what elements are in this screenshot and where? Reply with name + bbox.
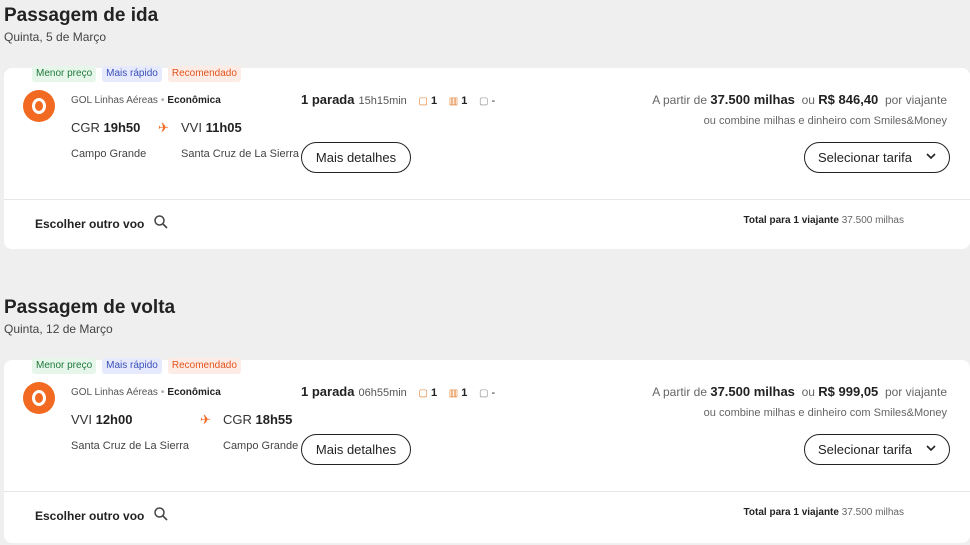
arrival-city: Campo Grande	[223, 440, 299, 452]
airline-name: GOL Linhas Aéreas	[71, 387, 158, 398]
details-button[interactable]: Mais detalhes	[301, 142, 411, 173]
select-fare-label: Selecionar tarifa	[818, 150, 912, 165]
personal-item-count: 1	[430, 387, 438, 399]
total-label: Total para 1 viajante	[743, 215, 839, 226]
flight-duration: 06h55min	[358, 387, 407, 399]
badge-group: Menor preço Mais rápido Recomendado	[32, 66, 241, 82]
cabin-class: Econômica	[167, 95, 221, 106]
smiles-money-link[interactable]: ou combine milhas e dinheiro com Smiles&…	[704, 115, 947, 127]
card-divider	[4, 491, 970, 492]
personal-item-icon: ▢	[418, 96, 428, 107]
chevron-down-icon	[925, 150, 937, 165]
departure: CGR 19h50	[71, 120, 140, 135]
departure-city: Santa Cruz de La Sierra	[71, 440, 190, 452]
stops-info: 1 parada 06h55min ▢ 1 ▥ 1 ▢ -	[301, 384, 495, 399]
details-button[interactable]: Mais detalhes	[301, 434, 411, 465]
inbound-date: Quinta, 12 de Março	[4, 322, 113, 336]
badge-fastest: Mais rápido	[102, 358, 162, 374]
badge-recommended: Recomendado	[167, 358, 241, 374]
price-info: A partir de 37.500 milhas ou R$ 999,05 p…	[652, 384, 947, 399]
outbound-date: Quinta, 5 de Março	[4, 30, 107, 44]
airline-info: GOL Linhas Aéreas • Econômica	[71, 95, 221, 106]
arrival-time: 18h55	[255, 412, 293, 427]
outbound-flight-card: Menor preço Mais rápido Recomendado GOL …	[4, 66, 970, 249]
select-fare-button[interactable]: Selecionar tarifa	[804, 434, 950, 465]
stops-info: 1 parada 15h15min ▢ 1 ▥ 1 ▢ -	[301, 92, 495, 107]
total-info: Total para 1 viajante 37.500 milhas	[744, 507, 904, 518]
badge-recommended: Recomendado	[167, 66, 241, 82]
badge-lowest-price: Menor preço	[32, 358, 97, 374]
gol-logo-icon	[23, 90, 55, 122]
flight-duration: 15h15min	[358, 95, 407, 107]
checked-bag-count: -	[491, 95, 496, 107]
price-miles: 37.500 milhas	[710, 92, 795, 107]
departure-code: CGR	[71, 120, 100, 135]
carry-on-count: 1	[461, 95, 468, 107]
price-or: ou	[801, 93, 815, 107]
arrival-time: 11h05	[205, 120, 242, 135]
badge-fastest: Mais rápido	[102, 66, 162, 82]
select-fare-button[interactable]: Selecionar tarifa	[804, 142, 950, 173]
airline-info: GOL Linhas Aéreas • Econômica	[71, 387, 221, 398]
departure-code: VVI	[71, 412, 92, 427]
smiles-money-link[interactable]: ou combine milhas e dinheiro com Smiles&…	[704, 407, 947, 419]
stops-count: 1 parada	[301, 92, 355, 107]
price-or: ou	[801, 385, 815, 399]
outbound-title: Passagem de ida	[4, 5, 159, 26]
total-value: 37.500 milhas	[841, 507, 904, 518]
checked-bag-icon: ▢	[478, 96, 489, 107]
price-prefix: A partir de	[652, 93, 707, 107]
checked-bag-count: -	[491, 387, 496, 399]
price-prefix: A partir de	[652, 385, 707, 399]
departure-time: 12h00	[95, 412, 133, 427]
stops-count: 1 parada	[301, 384, 355, 399]
badge-lowest-price: Menor preço	[32, 66, 97, 82]
price-info: A partir de 37.500 milhas ou R$ 846,40 p…	[652, 92, 947, 107]
plane-icon: ✈	[200, 412, 211, 427]
arrival-code: VVI	[181, 120, 202, 135]
departure-time: 19h50	[103, 120, 141, 135]
price-miles: 37.500 milhas	[710, 384, 795, 399]
plane-icon: ✈	[158, 120, 169, 135]
personal-item-count: 1	[430, 95, 438, 107]
select-fare-label: Selecionar tarifa	[818, 442, 912, 457]
arrival-code: CGR	[223, 412, 252, 427]
gol-logo-icon	[23, 382, 55, 414]
personal-item-icon: ▢	[418, 388, 428, 399]
search-icon[interactable]	[153, 214, 169, 234]
price-money: R$ 846,40	[818, 92, 879, 107]
total-info: Total para 1 viajante 37.500 milhas	[744, 215, 904, 226]
cabin-class: Econômica	[167, 387, 221, 398]
card-divider	[4, 199, 970, 200]
departure-city: Campo Grande	[71, 148, 147, 160]
arrival-city: Santa Cruz de La Sierra	[181, 148, 300, 160]
badge-group: Menor preço Mais rápido Recomendado	[32, 358, 241, 374]
checked-bag-icon: ▢	[478, 388, 489, 399]
carry-on-bag-icon: ▥	[448, 96, 459, 107]
total-value: 37.500 milhas	[841, 215, 904, 226]
airline-name: GOL Linhas Aéreas	[71, 95, 158, 106]
carry-on-bag-icon: ▥	[448, 388, 459, 399]
price-per: por viajante	[884, 93, 947, 107]
inbound-flight-card: Menor preço Mais rápido Recomendado GOL …	[4, 358, 970, 543]
total-label: Total para 1 viajante	[743, 507, 839, 518]
search-icon[interactable]	[153, 506, 169, 526]
departure: VVI 12h00	[71, 412, 132, 427]
arrival: VVI 11h05	[181, 120, 242, 135]
price-money: R$ 999,05	[818, 384, 879, 399]
arrival: CGR 18h55	[223, 412, 292, 427]
choose-other-flight-link[interactable]: Escolher outro voo	[35, 509, 144, 523]
chevron-down-icon	[925, 442, 937, 457]
choose-other-flight-link[interactable]: Escolher outro voo	[35, 217, 144, 231]
carry-on-count: 1	[461, 387, 468, 399]
inbound-title: Passagem de volta	[4, 297, 176, 318]
price-per: por viajante	[884, 385, 947, 399]
